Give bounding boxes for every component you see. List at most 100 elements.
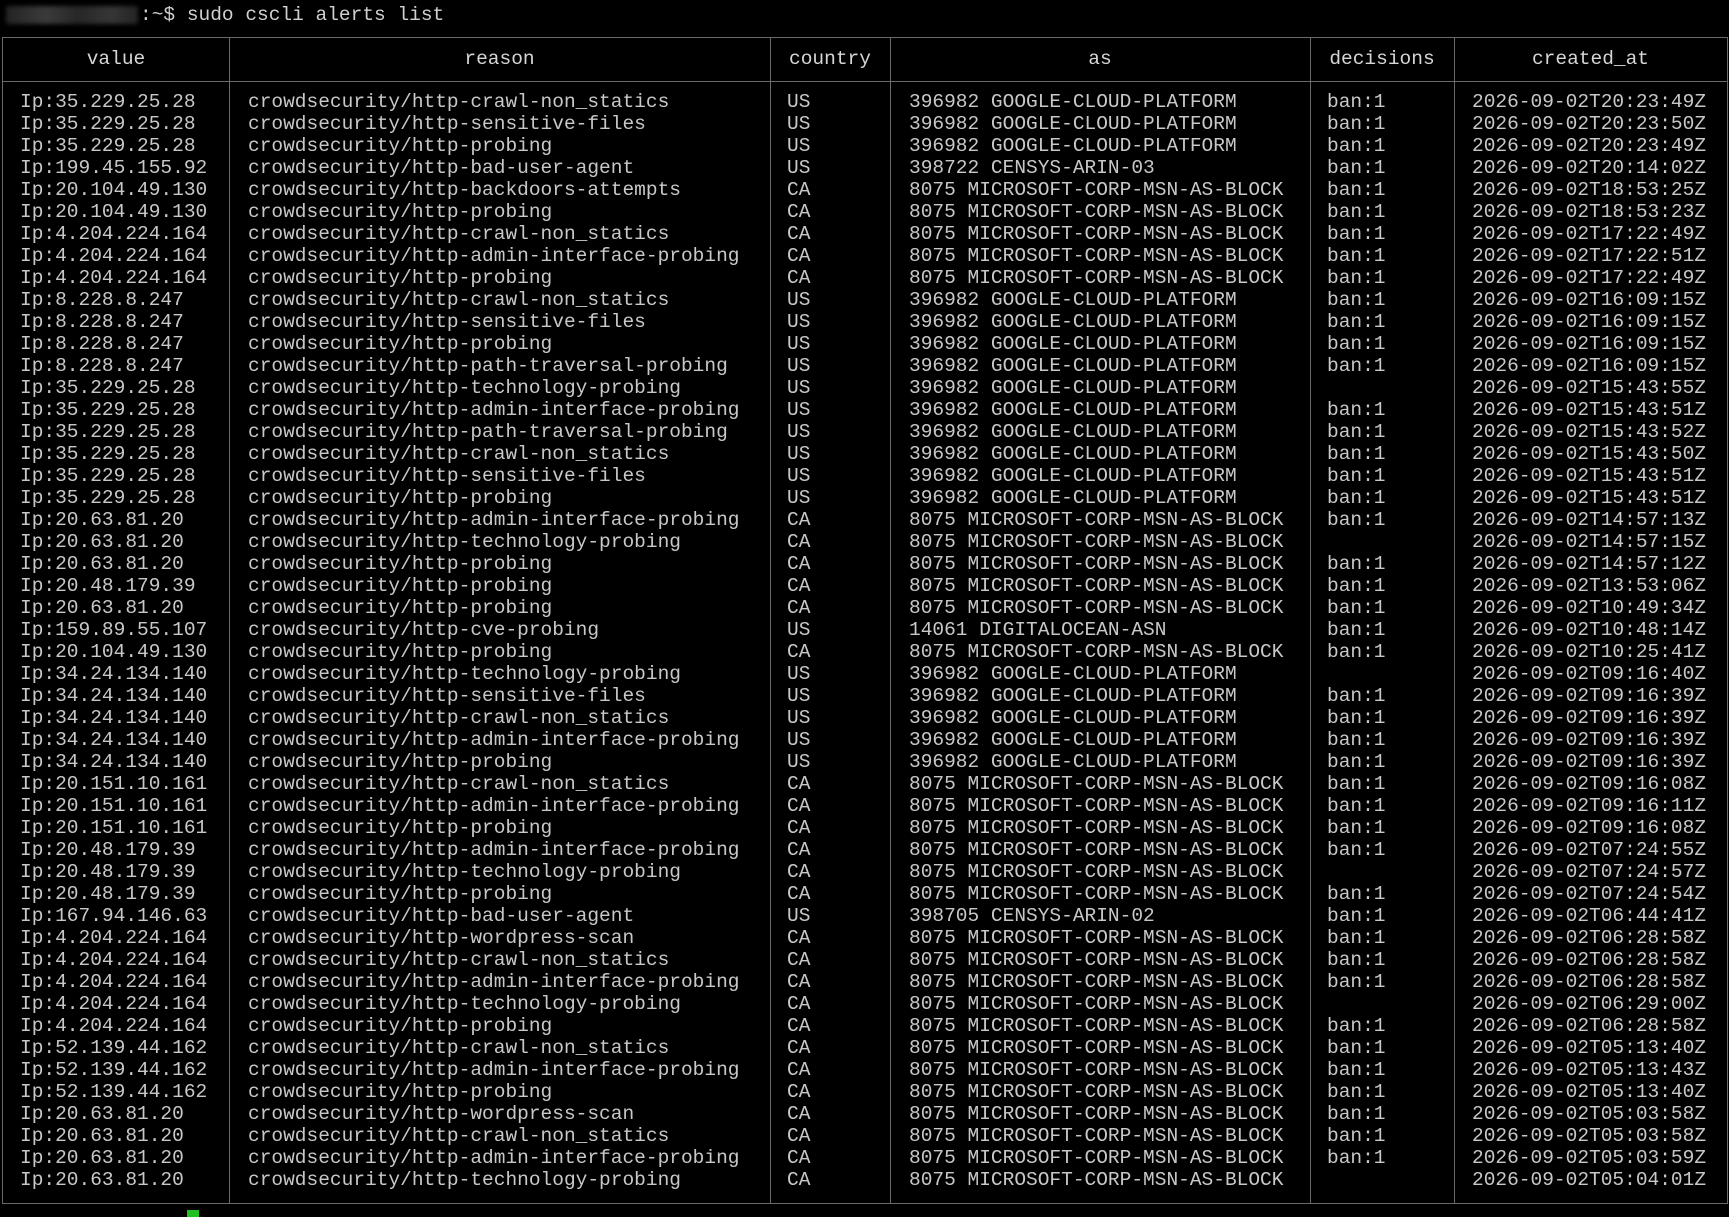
cell-as: 8075 MICROSOFT-CORP-MSN-AS-BLOCK xyxy=(909,267,1284,289)
table-row: Ip:34.24.134.140 crowdsecurity/http-probi… xyxy=(3,751,1727,773)
redacted-username xyxy=(6,5,138,24)
cell-decisions: ban:1 xyxy=(1327,509,1386,531)
cell-reason: crowdsecurity/http-admin-interface-probi… xyxy=(248,1147,740,1169)
cell-created-at: 2026-09-02T17:22:49Z xyxy=(1472,223,1707,245)
table-row: Ip:20.48.179.39 crowdsecurity/http-admin-… xyxy=(3,839,1727,861)
cell-value: Ip:4.204.224.164 xyxy=(20,245,208,267)
cell-country: CA xyxy=(787,927,811,949)
cell-created-at: 2026-09-02T15:43:55Z xyxy=(1472,377,1707,399)
cell-value: Ip:199.45.155.92 xyxy=(20,157,208,179)
table-row: Ip:4.204.224.164 crowdsecurity/http-admin… xyxy=(3,971,1727,993)
table-row: Ip:4.204.224.164 crowdsecurity/http-crawl… xyxy=(3,949,1727,971)
cell-decisions: ban:1 xyxy=(1327,267,1386,289)
cell-decisions: ban:1 xyxy=(1327,179,1386,201)
cell-reason: crowdsecurity/http-admin-interface-probi… xyxy=(248,795,740,817)
cell-value: Ip:20.63.81.20 xyxy=(20,1125,184,1147)
cell-country: CA xyxy=(787,795,811,817)
cell-country: CA xyxy=(787,245,811,267)
cell-reason: crowdsecurity/http-technology-probing xyxy=(248,1169,681,1191)
cell-created-at: 2026-09-02T17:22:51Z xyxy=(1472,245,1707,267)
cell-decisions: ban:1 xyxy=(1327,773,1386,795)
cell-reason: crowdsecurity/http-crawl-non_statics xyxy=(248,443,670,465)
cell-created-at: 2026-09-02T06:28:58Z xyxy=(1472,971,1707,993)
cell-created-at: 2026-09-02T18:53:25Z xyxy=(1472,179,1707,201)
table-row: Ip:20.63.81.20 crowdsecurity/http-technol… xyxy=(3,1169,1727,1191)
cell-reason: crowdsecurity/http-admin-interface-probi… xyxy=(248,839,740,861)
cell-created-at: 2026-09-02T09:16:39Z xyxy=(1472,685,1707,707)
table-row: Ip:34.24.134.140 crowdsecurity/http-sensi… xyxy=(3,685,1727,707)
cell-decisions: ban:1 xyxy=(1327,355,1386,377)
cell-value: Ip:20.151.10.161 xyxy=(20,795,208,817)
cell-country: US xyxy=(787,377,811,399)
table-row: Ip:52.139.44.162 crowdsecurity/http-probi… xyxy=(3,1081,1727,1103)
cell-as: 8075 MICROSOFT-CORP-MSN-AS-BLOCK xyxy=(909,1147,1284,1169)
table-row: Ip:35.229.25.28 crowdsecurity/http-crawl-… xyxy=(3,91,1727,113)
cell-reason: crowdsecurity/http-probing xyxy=(248,553,553,575)
cell-reason: crowdsecurity/http-admin-interface-probi… xyxy=(248,1059,740,1081)
cell-decisions: ban:1 xyxy=(1327,553,1386,575)
cell-created-at: 2026-09-02T05:13:40Z xyxy=(1472,1081,1707,1103)
cell-decisions: ban:1 xyxy=(1327,421,1386,443)
cell-created-at: 2026-09-02T20:23:49Z xyxy=(1472,135,1707,157)
cell-country: CA xyxy=(787,883,811,905)
cell-as: 8075 MICROSOFT-CORP-MSN-AS-BLOCK xyxy=(909,971,1284,993)
cell-created-at: 2026-09-02T09:16:11Z xyxy=(1472,795,1707,817)
cell-value: Ip:20.63.81.20 xyxy=(20,597,184,619)
cell-created-at: 2026-09-02T15:43:51Z xyxy=(1472,399,1707,421)
cell-value: Ip:35.229.25.28 xyxy=(20,135,196,157)
cell-reason: crowdsecurity/http-cve-probing xyxy=(248,619,600,641)
cell-reason: crowdsecurity/http-crawl-non_statics xyxy=(248,289,670,311)
cell-as: 396982 GOOGLE-CLOUD-PLATFORM xyxy=(909,355,1237,377)
table-row: Ip:20.48.179.39 crowdsecurity/http-probin… xyxy=(3,575,1727,597)
cell-reason: crowdsecurity/http-admin-interface-probi… xyxy=(248,245,740,267)
cell-country: CA xyxy=(787,1015,811,1037)
cell-country: US xyxy=(787,421,811,443)
table-row: Ip:35.229.25.28 crowdsecurity/http-techno… xyxy=(3,377,1727,399)
cell-reason: crowdsecurity/http-probing xyxy=(248,751,553,773)
table-row: Ip:20.63.81.20 crowdsecurity/http-technol… xyxy=(3,531,1727,553)
cell-reason: crowdsecurity/http-technology-probing xyxy=(248,861,681,883)
cell-reason: crowdsecurity/http-probing xyxy=(248,641,553,663)
table-row: Ip:52.139.44.162 crowdsecurity/http-crawl… xyxy=(3,1037,1727,1059)
cell-decisions: ban:1 xyxy=(1327,223,1386,245)
cell-created-at: 2026-09-02T14:57:13Z xyxy=(1472,509,1707,531)
cell-reason: crowdsecurity/http-wordpress-scan xyxy=(248,1103,635,1125)
cell-as: 396982 GOOGLE-CLOUD-PLATFORM xyxy=(909,443,1237,465)
table-row: Ip:20.151.10.161 crowdsecurity/http-probi… xyxy=(3,817,1727,839)
cell-country: US xyxy=(787,333,811,355)
cell-reason: crowdsecurity/http-backdoors-attempts xyxy=(248,179,681,201)
cell-decisions: ban:1 xyxy=(1327,949,1386,971)
cell-as: 8075 MICROSOFT-CORP-MSN-AS-BLOCK xyxy=(909,949,1284,971)
table-row: Ip:20.63.81.20 crowdsecurity/http-crawl-n… xyxy=(3,1125,1727,1147)
table-row: Ip:20.104.49.130 crowdsecurity/http-probi… xyxy=(3,641,1727,663)
cell-reason: crowdsecurity/http-admin-interface-probi… xyxy=(248,399,740,421)
table-row: Ip:35.229.25.28 crowdsecurity/http-probin… xyxy=(3,487,1727,509)
cell-created-at: 2026-09-02T14:57:12Z xyxy=(1472,553,1707,575)
cell-value: Ip:20.63.81.20 xyxy=(20,553,184,575)
table-row: Ip:8.228.8.247 crowdsecurity/http-crawl-n… xyxy=(3,289,1727,311)
cell-country: CA xyxy=(787,861,811,883)
cell-as: 396982 GOOGLE-CLOUD-PLATFORM xyxy=(909,333,1237,355)
cell-decisions: ban:1 xyxy=(1327,795,1386,817)
cell-reason: crowdsecurity/http-probing xyxy=(248,1015,553,1037)
cell-value: Ip:8.228.8.247 xyxy=(20,355,184,377)
cell-country: CA xyxy=(787,575,811,597)
cell-country: CA xyxy=(787,531,811,553)
table-row: Ip:20.151.10.161 crowdsecurity/http-crawl… xyxy=(3,773,1727,795)
cell-as: 8075 MICROSOFT-CORP-MSN-AS-BLOCK xyxy=(909,795,1284,817)
cell-country: CA xyxy=(787,971,811,993)
header-value: value xyxy=(86,48,146,70)
cell-value: Ip:8.228.8.247 xyxy=(20,289,184,311)
cell-decisions: ban:1 xyxy=(1327,729,1386,751)
cell-value: Ip:159.89.55.107 xyxy=(20,619,208,641)
table-row: Ip:35.229.25.28 crowdsecurity/http-sensit… xyxy=(3,113,1727,135)
cell-decisions: ban:1 xyxy=(1327,1125,1386,1147)
cell-as: 8075 MICROSOFT-CORP-MSN-AS-BLOCK xyxy=(909,223,1284,245)
cell-value: Ip:20.63.81.20 xyxy=(20,1169,184,1191)
cell-country: CA xyxy=(787,817,811,839)
cell-reason: crowdsecurity/http-crawl-non_statics xyxy=(248,707,670,729)
cell-reason: crowdsecurity/http-wordpress-scan xyxy=(248,927,635,949)
cell-value: Ip:20.48.179.39 xyxy=(20,883,196,905)
cell-created-at: 2026-09-02T15:43:51Z xyxy=(1472,465,1707,487)
cell-decisions: ban:1 xyxy=(1327,1103,1386,1125)
